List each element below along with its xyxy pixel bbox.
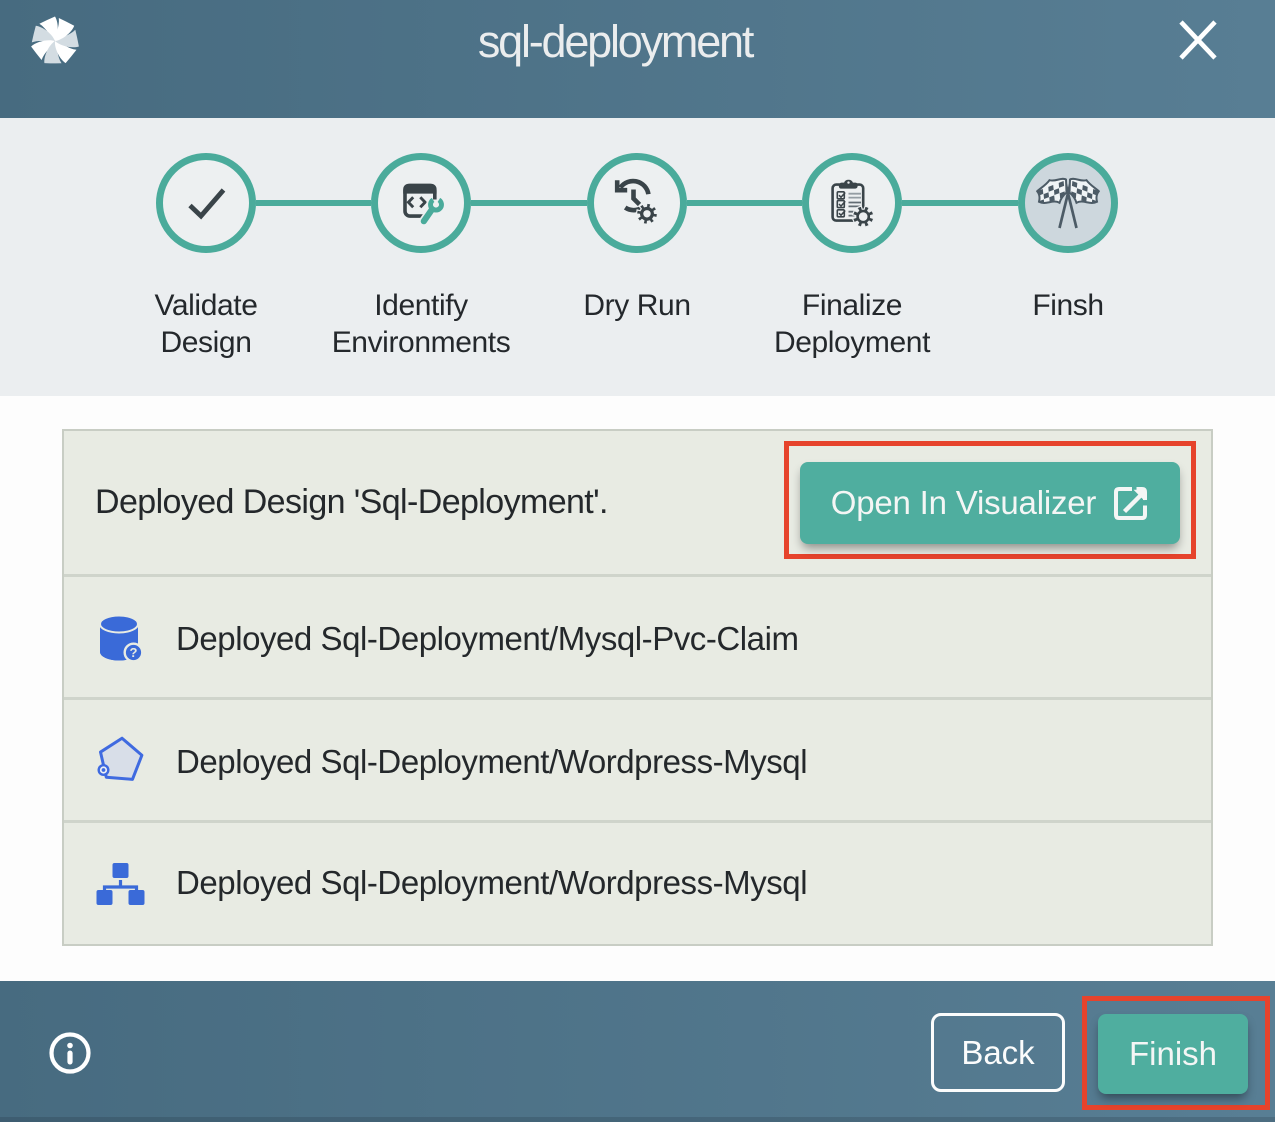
svg-text:?: ?: [130, 645, 138, 660]
